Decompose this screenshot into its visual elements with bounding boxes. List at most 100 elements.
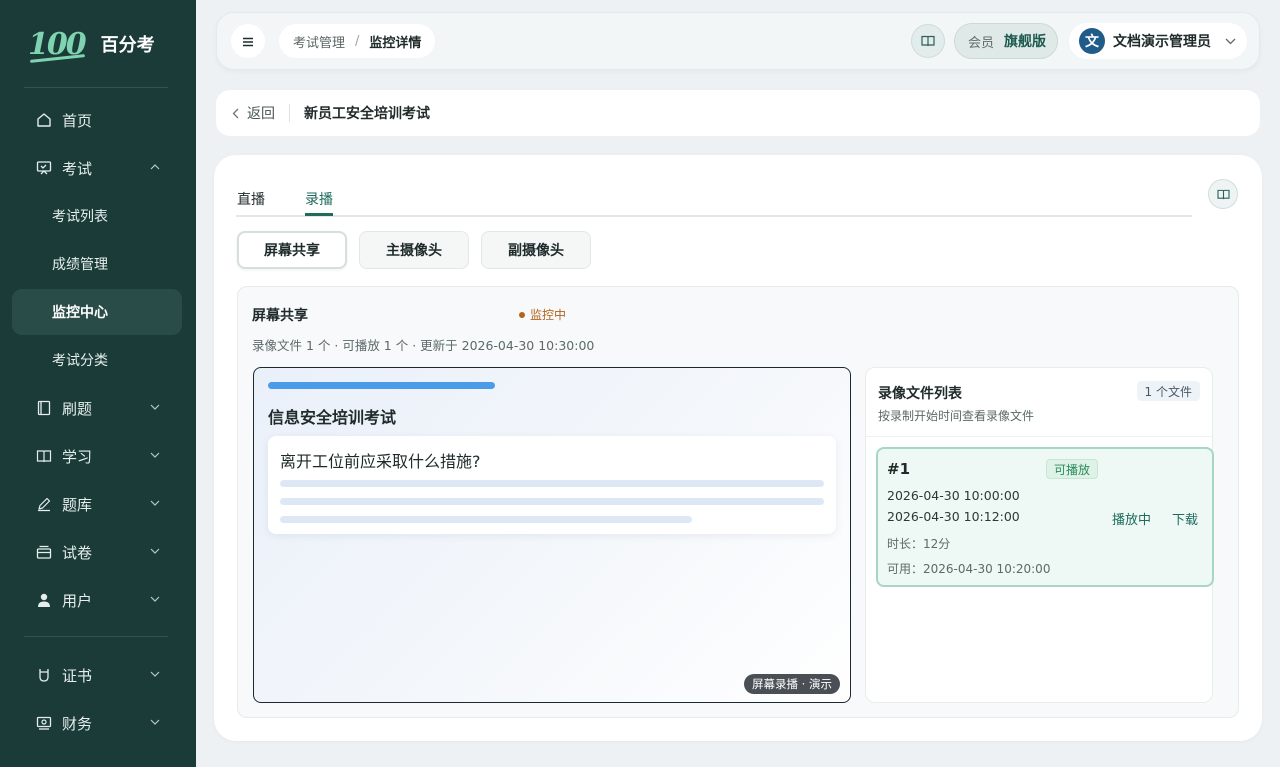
download-button[interactable]: 下载 [1172,509,1198,528]
chevron-down-icon [148,544,162,558]
active-tab-indicator [305,213,333,216]
sidebar-item-label: 试卷 [62,543,93,562]
answer-placeholder-line [280,516,692,523]
sidebar-item-home[interactable]: 首页 [12,97,182,143]
divider [866,436,1212,437]
sidebar-item-monitor-center[interactable]: 监控中心 [12,289,182,335]
home-icon [34,110,54,130]
sidebar-item-label: 用户 [62,591,93,610]
status-badge: 监控中 [519,306,566,323]
back-button[interactable]: 返回 [247,103,275,123]
sidebar: 100 百分考 首页 考试 考试列表 成绩管理 监控中心 考试分类 刷题 学习 … [0,0,196,767]
breadcrumb-item-monitor-detail: 监控详情 [369,35,422,51]
sidebar-item-study[interactable]: 学习 [12,433,182,479]
tab-live[interactable]: 直播 [237,189,265,209]
page-title: 新员工安全培训考试 [304,106,430,122]
menu-toggle-button[interactable] [231,24,265,58]
chevron-down-icon [148,448,162,462]
question-card: 离开工位前应采取什么措施? [268,436,836,534]
docs-button[interactable] [911,24,945,58]
chevron-down-icon [148,400,162,414]
recording-panel: 屏幕共享 监控中 录像文件 1 个 · 可播放 1 个 · 更新于 2026-0… [237,286,1239,718]
recording-player[interactable]: 信息安全培训考试 离开工位前应采取什么措施? 屏幕录播 · 演示 [253,367,851,703]
recording-available-time: 可用：2026-04-30 10:20:00 [887,562,1051,576]
sidebar-item-label: 刷题 [62,399,93,418]
answer-placeholder-line [280,480,824,487]
sidebar-item-label: 首页 [62,111,93,130]
answer-placeholder-line [280,498,824,505]
monitor-card: 直播 录播 屏幕共享 主摄像头 副摄像头 屏幕共享 监控中 录像文件 1 个 ·… [214,155,1262,741]
sidebar-item-exam-list[interactable]: 考试列表 [12,193,182,239]
sidebar-item-finance[interactable]: 财务 [12,700,182,746]
play-button[interactable]: 播放中 [1112,509,1151,528]
sidebar-divider [24,636,168,637]
question-text: 离开工位前应采取什么措施? [280,452,481,471]
membership-badge[interactable]: 会员 旗舰版 [954,23,1058,59]
paper-tray-icon [34,542,54,562]
exam-screen-title: 信息安全培训考试 [268,408,397,427]
page-header: 返回 新员工安全培训考试 [216,90,1260,136]
panel-title: 屏幕共享 [252,308,308,324]
notebook-icon [34,398,54,418]
chevron-left-icon[interactable] [232,108,239,119]
tab-recording[interactable]: 录播 [305,189,333,209]
membership-label: 会员 [968,35,995,51]
membership-level: 旗舰版 [1004,34,1047,50]
brand[interactable]: 100 百分考 [28,22,155,66]
recording-end-time: 2026-04-30 10:12:00 [887,509,1020,524]
player-source-tag: 屏幕录播 · 演示 [744,674,840,694]
pen-icon [34,494,54,514]
sidebar-item-exam[interactable]: 考试 [12,145,182,191]
finance-icon [34,713,54,733]
sidebar-item-label: 财务 [62,714,93,733]
camera-button-screen-share[interactable]: 屏幕共享 [237,231,347,269]
book-icon [1216,185,1230,204]
avatar: 文 [1079,28,1105,54]
breadcrumb-separator: / [355,33,360,49]
file-list-title: 录像文件列表 [878,386,962,402]
brand-name: 百分考 [100,35,155,56]
status-text: 监控中 [530,308,567,322]
file-count-badge: 1 个文件 [1136,381,1200,401]
recording-summary: 录像文件 1 个 · 可播放 1 个 · 更新于 2026-04-30 10:3… [252,338,595,353]
chevron-down-icon [148,592,162,606]
book-icon [921,32,935,51]
camera-button-main[interactable]: 主摄像头 [359,231,469,269]
book-icon [34,446,54,466]
recording-file-item[interactable]: #1 可播放 2026-04-30 10:00:00 2026-04-30 10… [876,447,1214,587]
sidebar-item-certificate[interactable]: 证书 [12,652,182,698]
hamburger-icon [242,32,254,51]
recording-start-time: 2026-04-30 10:00:00 [887,488,1020,503]
chevron-down-icon [148,496,162,510]
camera-button-secondary[interactable]: 副摄像头 [481,231,591,269]
file-list-subtitle: 按录制开始时间查看录像文件 [878,409,1035,423]
chevron-down-icon [148,667,162,681]
brand-logo: 100 [28,26,87,62]
chevron-down-icon [1225,38,1236,45]
status-dot-icon [519,311,525,318]
sidebar-item-label: 考试 [62,159,93,178]
user-name: 文档演示管理员 [1113,34,1211,50]
recording-id: #1 [887,460,911,478]
top-bar: 考试管理 / 监控详情 会员 旗舰版 文 文档演示管理员 [216,12,1260,70]
sidebar-item-question-bank[interactable]: 题库 [12,481,182,527]
certificate-icon [34,665,54,685]
user-menu[interactable]: 文 文档演示管理员 [1069,23,1247,59]
guide-button[interactable] [1208,179,1238,209]
sidebar-item-practice[interactable]: 刷题 [12,385,182,431]
breadcrumb: 考试管理 / 监控详情 [279,24,436,58]
chevron-down-icon [148,715,162,729]
sidebar-item-users[interactable]: 用户 [12,577,182,623]
exam-board-icon [34,158,54,178]
sidebar-item-exam-category[interactable]: 考试分类 [12,337,182,383]
chevron-up-icon [148,160,162,174]
sidebar-item-label: 题库 [62,495,93,514]
playable-badge: 可播放 [1046,459,1099,479]
sidebar-divider [24,87,168,88]
sidebar-item-score-management[interactable]: 成绩管理 [12,241,182,287]
progress-bar [268,382,495,389]
tabs-divider [236,215,1192,217]
sidebar-item-test-paper[interactable]: 试卷 [12,529,182,575]
sidebar-item-label: 学习 [62,447,93,466]
breadcrumb-item-exam-management[interactable]: 考试管理 [293,32,345,51]
